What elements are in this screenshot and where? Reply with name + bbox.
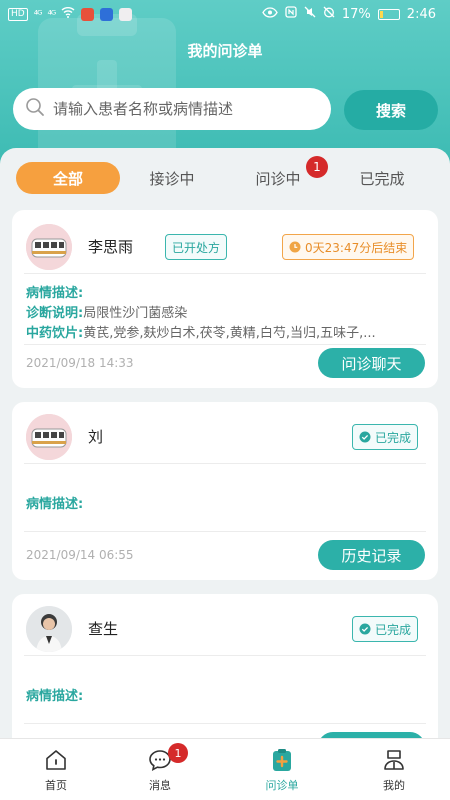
search-button[interactable]: 搜索	[344, 90, 438, 130]
consultation-date: 2021/09/14 06:55	[26, 548, 134, 562]
nav-messages[interactable]: 消息	[104, 739, 216, 800]
herbal-medicine-field: 中药饮片:黄芪,党参,麸炒白术,茯苓,黄精,白芍,当归,五味子,...	[26, 326, 376, 341]
battery-percent: 17%	[341, 6, 371, 22]
clock: 2:46	[406, 6, 436, 22]
nav-consultations[interactable]: 问诊单	[226, 739, 338, 800]
diagnosis-field: 诊断说明:局限性沙门菌感染	[26, 306, 188, 321]
message-badge: 1	[168, 743, 188, 763]
signal-icon: ⁴ᴳ	[33, 7, 43, 21]
content-panel: 全部 接诊中 问诊中 1 已完成 李思雨 已开处方 0天23:47分后结束 病情…	[0, 148, 450, 738]
app-notification-icon	[81, 7, 95, 21]
avatar	[26, 224, 72, 270]
consultation-card[interactable]: 李思雨 已开处方 0天23:47分后结束 病情描述: 诊断说明:局限性沙门菌感染…	[12, 210, 438, 388]
avatar	[26, 606, 72, 652]
patient-name: 查生	[88, 620, 119, 638]
search-icon	[25, 97, 45, 121]
filter-tabs: 全部 接诊中 问诊中 1 已完成	[0, 156, 450, 196]
check-icon	[359, 431, 371, 443]
consultation-date: 2021/09/18 14:33	[26, 356, 134, 370]
wifi-icon	[61, 6, 75, 22]
tab-completed[interactable]: 已完成	[330, 162, 434, 194]
status-badge: 已完成	[352, 424, 419, 450]
app-notification-icon	[119, 7, 133, 21]
chat-button[interactable]: 问诊聊天	[318, 348, 425, 378]
consultation-card[interactable]: 查生 已完成 病情描述:	[12, 594, 438, 738]
nav-profile[interactable]: 我的	[338, 739, 450, 800]
search-input[interactable]	[53, 100, 313, 118]
signal-icon: ⁴ᴳ	[47, 7, 56, 21]
condition-field: 病情描述:	[26, 286, 84, 301]
history-button[interactable]: 历史记录	[318, 540, 425, 570]
condition-field: 病情描述:	[26, 689, 84, 704]
app-notification-icon	[100, 7, 114, 21]
consultation-card[interactable]: 刘 已完成 病情描述: 2021/09/14 06:55 历史记录	[12, 402, 438, 580]
patient-name: 刘	[88, 428, 104, 446]
nfc-icon	[285, 6, 297, 22]
patient-name: 李思雨	[88, 238, 134, 256]
eye-icon	[262, 6, 278, 22]
tab-badge: 1	[306, 156, 328, 178]
home-icon	[45, 747, 67, 773]
search-box[interactable]	[13, 88, 331, 130]
alarm-off-icon	[323, 6, 335, 22]
clipboard-icon	[271, 747, 293, 773]
clock-icon	[289, 241, 301, 253]
condition-field: 病情描述:	[26, 497, 84, 512]
avatar	[26, 414, 72, 460]
prescription-tag: 已开处方	[165, 234, 228, 260]
status-badge: 已完成	[352, 616, 419, 642]
tab-all[interactable]: 全部	[16, 162, 120, 194]
bottom-nav: 首页 消息 1 问诊单 我的	[0, 738, 450, 800]
hd-indicator: HD	[8, 7, 28, 21]
nav-home[interactable]: 首页	[0, 739, 112, 800]
countdown-text: 0天23:47分后结束	[305, 240, 408, 255]
check-icon	[359, 623, 371, 635]
status-bar: HD ⁴ᴳ ⁴ᴳ 17% 2:46	[0, 0, 450, 30]
battery-icon	[377, 8, 400, 20]
countdown-status: 0天23:47分后结束	[282, 234, 415, 260]
profile-icon	[383, 747, 405, 773]
tab-receiving[interactable]: 接诊中	[120, 162, 224, 194]
page-title: 我的问诊单	[187, 42, 263, 60]
mute-icon	[304, 6, 316, 22]
